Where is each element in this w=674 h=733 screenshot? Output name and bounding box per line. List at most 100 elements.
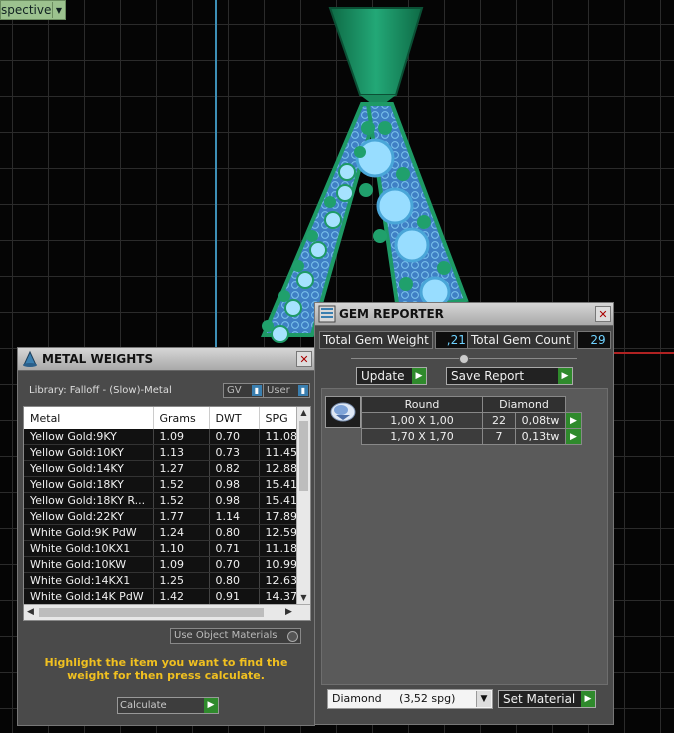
horizontal-scrollbar[interactable]: ◀ ▶	[24, 604, 310, 620]
column-header[interactable]: DWT	[209, 407, 260, 429]
viewport-view-menu[interactable]: spective ▼	[0, 0, 66, 20]
table-cell: 0.98	[209, 476, 260, 493]
play-arrow-icon[interactable]: ▶	[204, 698, 218, 713]
total-gem-count-label: Total Gem Count	[467, 331, 575, 349]
total-gem-weight-label: Total Gem Weight	[319, 331, 433, 349]
metal-table: Metal Grams DWT SPG Yellow Gold:9KY 1.09 0…	[23, 406, 311, 621]
column-header[interactable]: Metal	[24, 407, 154, 429]
toggle-indicator-icon: ▮	[298, 385, 308, 396]
set-material-label: Set Material	[503, 692, 576, 706]
table-cell: 1.77	[153, 508, 210, 525]
play-arrow-icon[interactable]: ▶	[565, 412, 582, 429]
round-diamond-icon	[330, 402, 356, 422]
table-row[interactable]: Yellow Gold:9KY 1.09 0.70 11.08	[24, 429, 297, 445]
gem-table: Round Diamond 1,00 X 1,00 22 0,08tw ▶ 1,70 X…	[361, 396, 582, 445]
table-cell: 12.88	[259, 460, 297, 477]
table-cell: 14.37	[259, 588, 297, 605]
scroll-thumb[interactable]	[39, 608, 264, 617]
table-cell: 0.98	[209, 492, 260, 509]
table-cell: 22	[482, 412, 516, 429]
gem-reporter-title: GEM REPORTER	[339, 307, 444, 321]
column-header: Round	[361, 396, 483, 413]
metal-weights-panel: METAL WEIGHTS ✕ Library: Falloff - (Slow…	[17, 347, 315, 726]
scroll-up-icon[interactable]: ▲	[297, 407, 310, 419]
total-gem-count-value: 29	[576, 331, 611, 349]
set-material-button[interactable]: Set Material ▶	[498, 690, 596, 708]
scroll-right-icon[interactable]: ▶	[282, 605, 295, 620]
table-cell: 12.59	[259, 524, 297, 541]
gem-table-header: Round Diamond	[361, 396, 582, 413]
table-row[interactable]: White Gold:10KW 1.09 0.70 10.99	[24, 556, 297, 573]
table-cell: White Gold:9K PdW	[24, 524, 154, 541]
table-cell: 0.71	[209, 540, 260, 557]
table-row[interactable]: White Gold:10KX1 1.10 0.71 11.18	[24, 540, 297, 557]
table-cell: Yellow Gold:10KY	[24, 444, 154, 461]
table-cell: 17.89	[259, 508, 297, 525]
table-cell: Yellow Gold:14KY	[24, 460, 154, 477]
column-header[interactable]: Grams	[153, 407, 210, 429]
table-cell: 0.91	[209, 588, 260, 605]
table-cell: White Gold:14KX1	[24, 572, 154, 589]
close-icon[interactable]: ✕	[595, 306, 611, 322]
play-arrow-icon[interactable]: ▶	[412, 368, 426, 384]
metal-table-header: Metal Grams DWT SPG	[24, 407, 297, 429]
table-cell: 1.10	[153, 540, 210, 557]
chevron-down-icon[interactable]: ▼	[52, 2, 65, 18]
gem-reporter-panel: GEM REPORTER ✕ Total Gem Weight ,21 Tota…	[314, 302, 614, 725]
table-row[interactable]: 1,70 X 1,70 7 0,13tw ▶	[361, 428, 582, 445]
table-row[interactable]: 1,00 X 1,00 22 0,08tw ▶	[361, 412, 582, 429]
table-row[interactable]: White Gold:9K PdW 1.24 0.80 12.59	[24, 524, 297, 541]
play-arrow-icon[interactable]: ▶	[565, 428, 582, 445]
chevron-down-icon[interactable]: ▼	[476, 691, 491, 707]
table-row[interactable]: Yellow Gold:10KY 1.13 0.73 11.45	[24, 444, 297, 461]
table-row[interactable]: Yellow Gold:18KY R... 1.52 0.98 15.41	[24, 492, 297, 509]
table-cell: 1.14	[209, 508, 260, 525]
material-select-value: Diamond (3,52 spg)	[332, 692, 456, 705]
table-cell: 1.25	[153, 572, 210, 589]
material-select[interactable]: Diamond (3,52 spg) ▼	[327, 689, 493, 709]
table-cell: 15.41	[259, 492, 297, 509]
user-toggle[interactable]: User ▮	[263, 383, 310, 398]
table-cell: 0,08tw	[515, 412, 566, 429]
table-cell: 11.18	[259, 540, 297, 557]
calculate-button[interactable]: Calculate ▶	[117, 697, 219, 714]
radio-icon[interactable]	[287, 631, 298, 642]
total-gem-weight-value: ,21	[434, 331, 471, 349]
diamond-thumbnail	[325, 396, 361, 428]
gem-reporter-titlebar[interactable]: GEM REPORTER ✕	[315, 303, 613, 326]
table-cell: 1.52	[153, 492, 210, 509]
close-icon[interactable]: ✕	[296, 351, 312, 367]
table-row[interactable]: Yellow Gold:22KY 1.77 1.14 17.89	[24, 508, 297, 525]
vertical-scrollbar[interactable]: ▲ ▼	[296, 407, 310, 604]
metal-weights-icon	[18, 348, 42, 370]
instruction-text: Highlight the item you want to find the …	[44, 656, 288, 682]
save-report-button[interactable]: Save Report ▶	[446, 367, 573, 385]
table-cell: Yellow Gold:9KY	[24, 429, 154, 445]
table-cell: 10.99	[259, 556, 297, 573]
divider-knob-icon[interactable]	[459, 354, 469, 364]
calculate-label: Calculate	[120, 700, 167, 711]
gv-toggle[interactable]: GV ▮	[223, 383, 264, 398]
metal-weights-title: METAL WEIGHTS	[42, 352, 154, 366]
table-cell: Yellow Gold:22KY	[24, 508, 154, 525]
metal-weights-titlebar[interactable]: METAL WEIGHTS ✕	[18, 348, 314, 371]
table-row[interactable]: Yellow Gold:18KY 1.52 0.98 15.41	[24, 476, 297, 493]
table-cell: Yellow Gold:18KY R...	[24, 492, 154, 509]
table-cell: 1.13	[153, 444, 210, 461]
table-row[interactable]: Yellow Gold:14KY 1.27 0.82 12.88	[24, 460, 297, 477]
scroll-left-icon[interactable]: ◀	[24, 605, 37, 620]
scroll-down-icon[interactable]: ▼	[297, 592, 310, 604]
table-cell: 1,70 X 1,70	[361, 428, 483, 445]
table-row[interactable]: White Gold:14K PdW 1.42 0.91 14.37	[24, 588, 297, 605]
table-cell: 1.09	[153, 429, 210, 445]
play-arrow-icon[interactable]: ▶	[558, 368, 572, 384]
column-header[interactable]: SPG	[259, 407, 297, 429]
scroll-thumb[interactable]	[299, 421, 308, 491]
table-cell: 0.80	[209, 572, 260, 589]
table-row[interactable]: White Gold:14KX1 1.25 0.80 12.63	[24, 572, 297, 589]
table-cell: White Gold:10KW	[24, 556, 154, 573]
play-arrow-icon[interactable]: ▶	[581, 691, 595, 707]
library-label: Library: Falloff - (Slow)-Metal	[29, 385, 172, 396]
use-object-materials-option[interactable]: Use Object Materials	[170, 628, 301, 644]
update-button[interactable]: Update ▶	[356, 367, 427, 385]
